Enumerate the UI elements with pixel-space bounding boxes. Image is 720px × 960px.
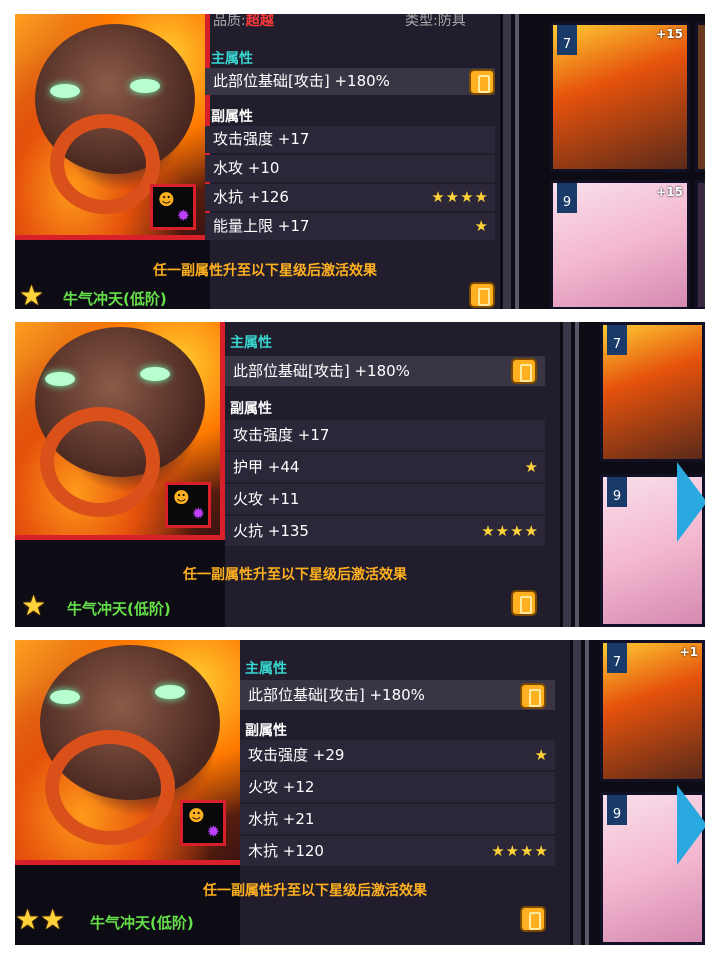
quality-line: 品质:超越 bbox=[213, 14, 274, 29]
sub-attr-row: 水抗 +126 ★★★★ bbox=[205, 184, 495, 211]
inventory-card[interactable]: 9 +15 bbox=[550, 180, 690, 309]
lock-icon[interactable] bbox=[520, 683, 546, 709]
activation-hint: 任一副属性升至以下星级后激活效果 bbox=[183, 567, 407, 583]
sub-attr-row: 火攻 +11 bbox=[225, 484, 545, 514]
divider bbox=[575, 322, 579, 627]
inventory-card[interactable] bbox=[695, 22, 705, 172]
skull-icon: ☻ bbox=[173, 488, 190, 507]
divider bbox=[515, 14, 519, 309]
gear-icon: ✹ bbox=[191, 504, 205, 523]
star-icon: ★ bbox=[534, 746, 549, 764]
lock-icon[interactable] bbox=[511, 590, 537, 616]
sub-attr-row: 攻击强度 +17 bbox=[225, 420, 545, 450]
main-attr-row: 此部位基础[攻击] +180% bbox=[205, 68, 495, 95]
star-icon: ★ bbox=[19, 279, 45, 310]
sub-attr-row: 攻击强度 +17 bbox=[205, 126, 495, 153]
star-icon: ★ bbox=[524, 458, 539, 476]
main-attr-title: 主属性 bbox=[245, 661, 287, 677]
set-name: 牛气冲天(低阶) bbox=[67, 600, 171, 618]
set-badge: ☻ ✹ bbox=[165, 482, 211, 528]
sub-attr-row: 水抗 +21 bbox=[240, 804, 555, 834]
divider bbox=[563, 322, 571, 627]
main-attr-title: 主属性 bbox=[230, 335, 272, 351]
inventory-card[interactable]: 7 +1 bbox=[600, 640, 705, 782]
activation-hint: 任一副属性升至以下星级后激活效果 bbox=[203, 883, 427, 899]
set-badge: ☻ ✹ bbox=[180, 800, 226, 846]
type-line: 类型:防具 bbox=[405, 14, 466, 29]
scroll-right-arrow-icon[interactable] bbox=[677, 462, 705, 542]
lock-icon[interactable] bbox=[469, 282, 495, 308]
star-icon: ★ bbox=[474, 217, 489, 235]
gear-icon: ✹ bbox=[176, 206, 190, 225]
main-attr-row: 此部位基础[攻击] +180% bbox=[240, 680, 555, 710]
lock-icon[interactable] bbox=[511, 358, 537, 384]
sub-attr-row: 火抗 +135 ★★★★ bbox=[225, 516, 545, 546]
sub-attr-row: 火攻 +12 bbox=[240, 772, 555, 802]
main-attr-row: 此部位基础[攻击] +180% bbox=[225, 356, 545, 386]
set-badge: ☻ ✹ bbox=[150, 184, 196, 230]
sub-attr-row: 木抗 +120 ★★★★ bbox=[240, 836, 555, 866]
sub-attr-title: 副属性 bbox=[230, 401, 272, 417]
star-icon: ★★★★ bbox=[491, 842, 549, 860]
star-icon: ★★★★ bbox=[431, 188, 489, 206]
lock-icon[interactable] bbox=[469, 69, 495, 95]
divider bbox=[503, 14, 511, 309]
sub-attr-row: 攻击强度 +29 ★ bbox=[240, 740, 555, 770]
sub-attr-row: 能量上限 +17 ★ bbox=[205, 213, 495, 240]
set-name: 牛气冲天(低阶) bbox=[90, 914, 194, 932]
sub-attr-row: 护甲 +44 ★ bbox=[225, 452, 545, 482]
equipment-panel-2: ☻ ✹ 主属性 此部位基础[攻击] +180% 副属性 攻击强度 +17 护甲 … bbox=[15, 322, 705, 627]
gear-icon: ✹ bbox=[206, 822, 220, 841]
inventory-card[interactable]: 7 +15 bbox=[550, 22, 690, 172]
inventory-card[interactable] bbox=[695, 180, 705, 309]
skull-icon: ☻ bbox=[158, 190, 175, 209]
star-icon: ★★★★ bbox=[481, 522, 539, 540]
divider bbox=[585, 640, 589, 945]
equipment-panel-3: ☻ ✹ 主属性 此部位基础[攻击] +180% 副属性 攻击强度 +29 ★ 火攻… bbox=[15, 640, 705, 945]
lock-icon[interactable] bbox=[520, 906, 546, 932]
sub-attr-row: 水攻 +10 bbox=[205, 155, 495, 182]
skull-icon: ☻ bbox=[188, 806, 205, 825]
activation-hint: 任一副属性升至以下星级后激活效果 bbox=[153, 263, 377, 279]
divider bbox=[573, 640, 581, 945]
sub-attr-title: 副属性 bbox=[211, 109, 253, 125]
star-icon: ★★ bbox=[15, 903, 66, 936]
star-icon: ★ bbox=[21, 589, 47, 622]
sub-attr-title: 副属性 bbox=[245, 723, 287, 739]
main-attr-title: 主属性 bbox=[211, 51, 253, 67]
inventory-card[interactable]: 7 bbox=[600, 322, 705, 462]
set-name: 牛气冲天(低阶) bbox=[63, 290, 167, 308]
equipment-panel-1: ☻ ✹ 品质:超越 类型:防具 主属性 此部位基础[攻击] +180% 副属性 … bbox=[15, 14, 705, 309]
scroll-right-arrow-icon[interactable] bbox=[677, 785, 705, 865]
